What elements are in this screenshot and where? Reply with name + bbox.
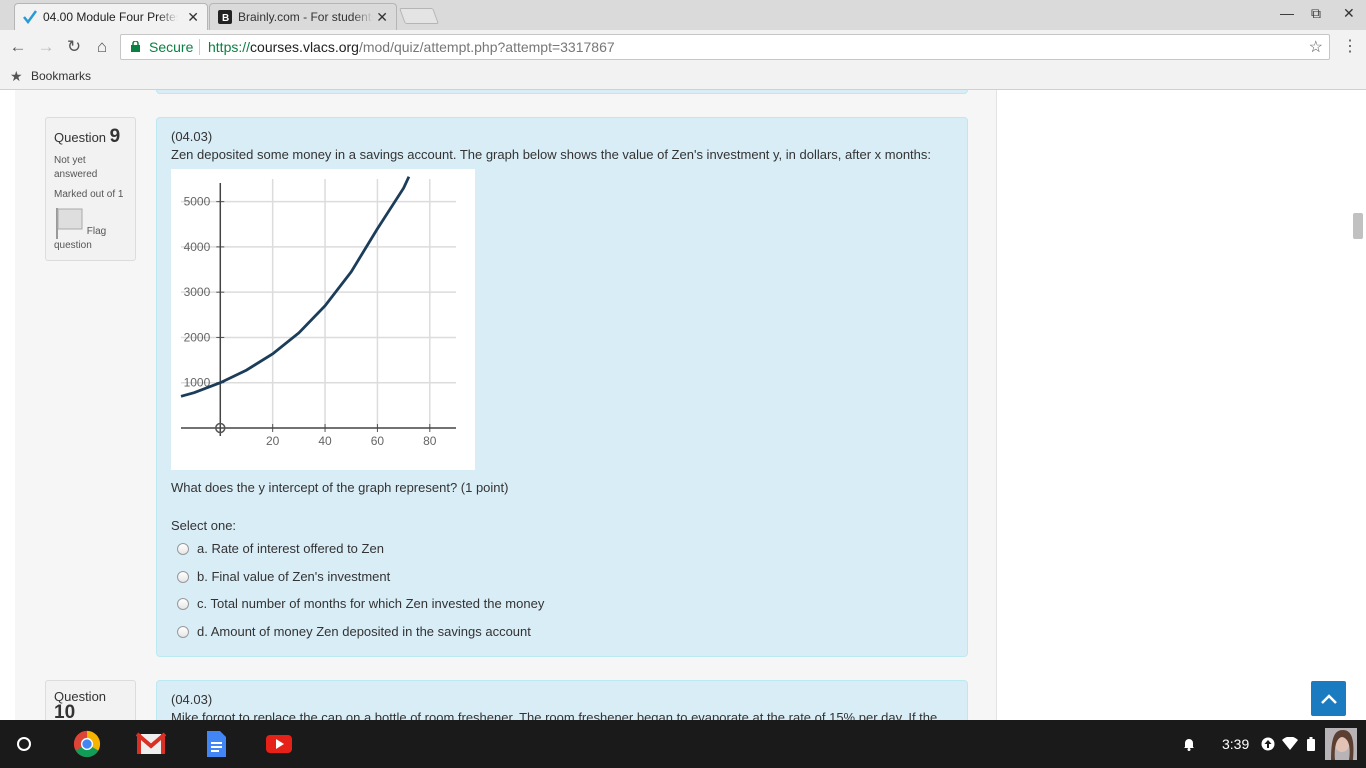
url-scheme: https:// — [208, 39, 251, 55]
bookmarks-star-icon: ★ — [10, 68, 23, 84]
tab-brainly[interactable]: B Brainly.com - For students ✕ — [209, 3, 397, 30]
upload-icon — [1261, 737, 1275, 751]
google-docs-icon[interactable] — [200, 730, 230, 758]
question-graph: 20 40 60 80 1000 2000 3000 4000 5000 — [171, 169, 475, 470]
scrollbar-thumb[interactable] — [1353, 213, 1363, 239]
tab-title: Brainly.com - For students — [238, 10, 373, 24]
y-tick-label: 5000 — [184, 195, 211, 209]
check-favicon-icon — [23, 10, 37, 24]
minimize-icon[interactable]: — — [1280, 5, 1294, 21]
page-scrollbar[interactable] — [1350, 90, 1366, 720]
answer-option-a[interactable]: a. Rate of interest offered to Zen — [177, 541, 384, 556]
omnibox-divider — [199, 39, 200, 55]
radio-button[interactable] — [177, 626, 189, 638]
launcher-icon[interactable] — [17, 737, 31, 751]
question-info: Question 10 — [45, 680, 136, 720]
tab-strip: 04.00 Module Four Pretest ✕ B Brainly.co… — [0, 0, 1366, 30]
select-one-label: Select one: — [171, 518, 237, 533]
question-prompt: Mike forgot to replace the cap on a bott… — [171, 710, 938, 720]
answer-option-b[interactable]: b. Final value of Zen's investment — [177, 569, 390, 584]
tab-close-icon[interactable]: ✕ — [376, 9, 388, 26]
x-tick-label: 80 — [423, 434, 437, 448]
notification-bell-icon[interactable] — [1183, 737, 1195, 751]
radio-button[interactable] — [177, 543, 189, 555]
reload-icon[interactable]: ↻ — [64, 37, 84, 57]
answer-option-d[interactable]: d. Amount of money Zen deposited in the … — [177, 624, 531, 639]
back-to-top-button[interactable] — [1311, 681, 1346, 716]
question-marks: Marked out of 1 — [54, 189, 124, 200]
chrome-icon[interactable] — [72, 730, 102, 758]
chevron-up-icon — [1320, 693, 1337, 704]
x-tick-label: 40 — [318, 434, 332, 448]
x-tick-label: 20 — [266, 434, 280, 448]
window-close-icon[interactable]: ✕ — [1343, 5, 1355, 22]
url-text: https://courses.vlacs.org/mod/quiz/attem… — [208, 39, 615, 55]
forward-icon[interactable]: → — [36, 37, 56, 57]
y-tick-label: 3000 — [184, 285, 211, 299]
browser-toolbar: ← → ↻ ⌂ Secure https://courses.vlacs.org… — [0, 30, 1366, 64]
tab-module-pretest[interactable]: 04.00 Module Four Pretest ✕ — [14, 3, 208, 30]
y-tick-label: 4000 — [184, 240, 211, 254]
bookmark-star-icon[interactable]: ☆ — [1309, 37, 1323, 57]
question-number-value: 9 — [109, 126, 121, 147]
radio-button[interactable] — [177, 571, 189, 583]
clock[interactable]: 3:39 — [1222, 736, 1249, 752]
question-text: What does the y intercept of the graph r… — [171, 480, 509, 495]
url-path: /mod/quiz/attempt.php?attempt=3317867 — [358, 39, 615, 55]
url-host: courses.vlacs.org — [250, 39, 359, 55]
question-info: Question 9 Not yet answered Marked out o… — [45, 117, 136, 261]
previous-question-box — [156, 90, 968, 94]
y-tick-label: 2000 — [184, 330, 211, 344]
x-tick-label: 60 — [371, 434, 385, 448]
secure-label: Secure — [149, 39, 194, 55]
tab-close-icon[interactable]: ✕ — [187, 9, 199, 26]
bookmarks-folder[interactable]: Bookmarks — [31, 69, 91, 83]
bookmarks-bar: ★ Bookmarks — [0, 64, 1366, 90]
battery-icon — [1307, 737, 1315, 751]
radio-button[interactable] — [177, 598, 189, 610]
question-number: Question 9 — [54, 126, 121, 147]
question-code: (04.03) — [171, 129, 213, 144]
question-formulation: (04.03) Zen deposited some money in a sa… — [156, 117, 968, 657]
wifi-icon — [1282, 737, 1298, 750]
lock-icon — [131, 41, 140, 52]
question-code: (04.03) — [171, 692, 213, 707]
back-icon[interactable]: ← — [8, 37, 28, 57]
new-tab-button[interactable] — [399, 8, 439, 24]
exponential-chart: 20 40 60 8010002000300040005000 — [180, 176, 456, 448]
answer-option-c[interactable]: c. Total number of months for which Zen … — [177, 596, 544, 611]
question-formulation: (04.03) Mike forgot to replace the cap o… — [156, 680, 968, 720]
question-number: 10 — [54, 702, 76, 720]
youtube-icon[interactable] — [264, 730, 294, 758]
investment-curve — [180, 176, 411, 398]
gmail-icon[interactable] — [136, 730, 166, 758]
home-icon[interactable]: ⌂ — [92, 37, 112, 57]
restore-icon[interactable]: ⧉ — [1311, 5, 1321, 22]
page-content: Question 9 Not yet answered Marked out o… — [0, 90, 1366, 720]
user-avatar[interactable] — [1325, 728, 1357, 760]
browser-menu-icon[interactable]: ⋮ — [1342, 36, 1358, 56]
flag-icon — [56, 208, 83, 239]
quiz-column: Question 9 Not yet answered Marked out o… — [15, 90, 997, 720]
brainly-favicon-icon: B — [218, 10, 232, 24]
svg-text:B: B — [222, 13, 229, 24]
tab-title: 04.00 Module Four Pretest — [43, 10, 178, 24]
question-prompt: Zen deposited some money in a savings ac… — [171, 147, 932, 162]
flag-question-button[interactable]: Flag question — [54, 207, 135, 253]
question-status: Not yet answered — [54, 155, 98, 180]
address-bar[interactable]: Secure https://courses.vlacs.org/mod/qui… — [120, 34, 1330, 60]
os-shelf: 3:39 — [0, 720, 1366, 768]
